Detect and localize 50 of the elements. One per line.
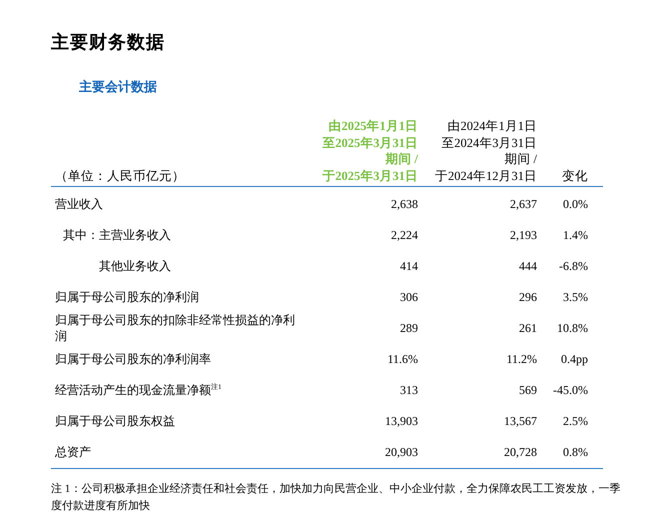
table-cell-text: 13,567 [503, 414, 537, 430]
table-cell-text: 13,903 [384, 414, 418, 430]
footnote: 注 1：公司积极承担企业经济责任和社会责任，加快加力向民营企业、中小企业付款，全力保障农民工工资发放，一季度付款进度有所加快 [51, 482, 622, 514]
column-header: （单位：人民币亿元） [55, 168, 186, 184]
table-cell-text: 2,193 [509, 228, 537, 243]
section-title: 主要会计数据 [79, 78, 158, 96]
table-cell-text: 0.0% [562, 197, 588, 212]
column-header: 变化 [561, 168, 588, 184]
row-label: 归属于母公司股东的净利润 [55, 290, 200, 306]
row-prefix: 其中： [63, 228, 99, 244]
table-cell-text: 313 [399, 383, 418, 398]
table-cell-text: 3.5% [562, 290, 588, 305]
table-cell-text: 1.4% [562, 228, 588, 243]
table-cell-text: 2,638 [390, 197, 418, 212]
table-cell-text: 289 [399, 321, 418, 336]
column-header: 由2024年1月1日 [446, 118, 537, 134]
column-header: 期间 / [503, 151, 537, 168]
column-header: 于2024年12月31日 [434, 168, 537, 184]
row-label: 营业收入 [55, 196, 104, 212]
page-title: 主要财务数据 [51, 31, 166, 54]
row-label: 主营业务收入 [99, 228, 172, 244]
row-label: 其他业务收入 [99, 258, 172, 274]
column-header: 期间 / [384, 151, 418, 168]
row-label: 总资产 [55, 444, 92, 460]
row-label: 归属于母公司股东的扣除非经常性损益的净利润 [55, 313, 296, 344]
table-cell-text: 0.4pp [560, 352, 588, 368]
table-cell-text: 569 [518, 383, 537, 398]
table-cell-text: 296 [518, 290, 537, 305]
table-cell-text: -6.8% [558, 259, 588, 274]
column-header: 至2024年3月31日 [440, 134, 537, 151]
table-cell-text: 10.8% [556, 321, 588, 336]
table-cell-text: 414 [399, 259, 418, 274]
table-cell-text: 20,728 [503, 445, 537, 460]
table-cell-text: 444 [518, 259, 537, 274]
row-label: 归属于母公司股东的净利润率 [55, 352, 212, 368]
table-cell-text: 2,637 [509, 197, 537, 212]
column-header: 至2025年3月31日 [321, 134, 418, 151]
table-cell-text: 306 [399, 290, 418, 305]
table-cell-text: -45.0% [552, 383, 588, 398]
table-cell-text: 11.2% [505, 352, 537, 368]
row-label: 归属于母公司股东权益 [55, 414, 176, 430]
table-cell-text: 2.5% [562, 414, 588, 430]
table-cell-text: 11.6% [386, 352, 418, 368]
row-label: 经营活动产生的现金流量净额$^{注1}$ [55, 382, 222, 398]
table-cell-text: 20,903 [384, 445, 418, 460]
table-cell-text: 2,224 [390, 228, 418, 243]
column-header: 于2025年3月31日 [321, 168, 418, 184]
table-cell-text: 261 [518, 321, 537, 336]
column-header: 由2025年1月1日 [328, 118, 418, 134]
table-cell-text: 0.8% [562, 445, 588, 460]
